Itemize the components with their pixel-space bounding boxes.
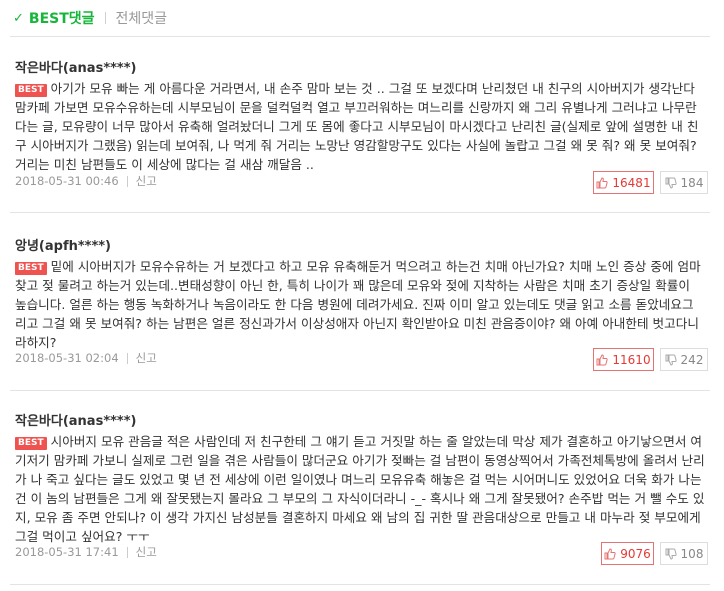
checkmark-icon: ✓ [13,10,24,26]
like-button[interactable]: 9076 [601,542,654,565]
tab-divider [104,12,106,24]
comment-author[interactable]: 작은바다(anas****) [15,410,136,429]
comment-divider [10,390,710,391]
comment-text: 아기가 모유 빠는 게 아름다운 거라면서, 내 손주 맘마 보는 것 .. 그… [15,81,699,172]
tab-all-label: 전체댓글 [115,11,168,27]
thumbs-up-icon [596,353,609,365]
comment-meta: 2018-05-31 00:46 신고 [15,173,157,189]
meta-divider [126,352,128,364]
comment-body: BEST 아기가 모유 빠는 게 아름다운 거라면서, 내 손주 맘마 보는 것 … [15,79,705,174]
comment-tabs: ✓ BEST댓글 전체댓글 [0,0,724,36]
best-badge: BEST [15,84,47,97]
comment-body: BEST 밑에 시아버지가 모유수유하는 거 보겠다고 하고 모유 유축해둔거 먹… [15,257,705,352]
like-count: 9076 [620,546,651,561]
comment-divider [10,212,710,213]
thumbs-down-icon [665,354,677,366]
tab-best-label: BEST댓글 [28,11,95,27]
report-link[interactable]: 신고 [136,173,157,189]
dislike-count: 184 [680,175,704,190]
comment-date: 2018-05-31 00:46 [15,174,119,188]
tab-best-comments[interactable]: ✓ BEST댓글 [13,8,95,28]
like-count: 16481 [612,175,651,190]
like-count: 11610 [612,352,651,367]
dislike-count: 108 [680,546,704,561]
dislike-button[interactable]: 108 [660,542,708,565]
comment-divider [10,584,710,585]
comment-meta: 2018-05-31 17:41 신고 [15,544,157,560]
comment-body: BEST 시아버지 모유 관음글 적은 사람인데 저 친구한테 그 얘기 듣고 거… [15,432,705,546]
comment-date: 2018-05-31 02:04 [15,351,119,365]
thumbs-down-icon [665,177,677,189]
report-link[interactable]: 신고 [136,350,157,366]
dislike-count: 242 [680,352,704,367]
comment-date: 2018-05-31 17:41 [15,545,119,559]
meta-divider [126,546,128,558]
thumbs-down-icon [665,548,677,560]
comment-author[interactable]: 작은바다(anas****) [15,57,136,76]
meta-divider [126,175,128,187]
best-badge: BEST [15,437,47,450]
report-link[interactable]: 신고 [136,544,157,560]
best-badge: BEST [15,262,47,275]
comment-meta: 2018-05-31 02:04 신고 [15,350,157,366]
tabs-divider-line [10,36,710,37]
comment-text: 밑에 시아버지가 모유수유하는 거 보겠다고 하고 모유 유축해둔거 먹으려고 … [15,259,701,350]
thumbs-up-icon [596,176,609,188]
comment-text: 시아버지 모유 관음글 적은 사람인데 저 친구한테 그 얘기 듣고 거짓말 하… [15,434,705,544]
thumbs-up-icon [604,547,616,559]
dislike-button[interactable]: 184 [660,171,708,194]
tab-all-comments[interactable]: 전체댓글 [116,8,168,28]
comment-author[interactable]: 앙녕(apfh****) [15,235,111,254]
dislike-button[interactable]: 242 [660,348,708,371]
like-button[interactable]: 16481 [593,171,654,194]
like-button[interactable]: 11610 [593,348,654,371]
